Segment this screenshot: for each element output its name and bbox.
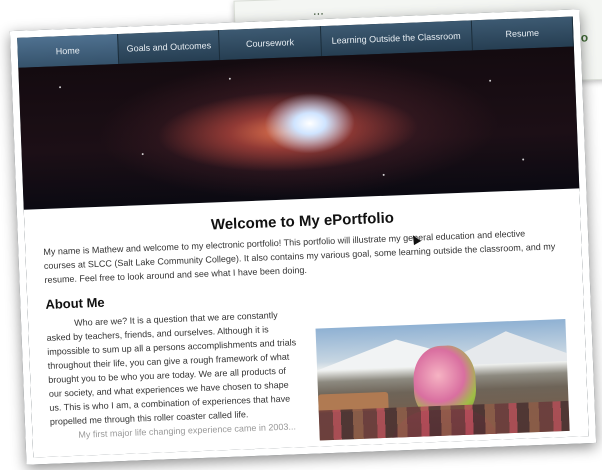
hero-galaxy-banner: [18, 46, 580, 210]
nav-home[interactable]: Home: [17, 33, 120, 68]
profile-photo: [315, 318, 570, 441]
background-page-text: ...: [312, 2, 324, 18]
main-content: Welcome to My ePortfolio My name is Math…: [23, 188, 590, 465]
about-me-paragraph: Who are we? It is a question that we are…: [46, 307, 301, 443]
nav-goals-and-outcomes[interactable]: Goals and Outcomes: [118, 30, 221, 64]
nav-resume[interactable]: Resume: [471, 16, 574, 51]
about-me-heading: About Me: [45, 294, 105, 312]
portfolio-screenshot-card: Home Goals and Outcomes Coursework Learn…: [9, 9, 597, 465]
about-me-text: Who are we? It is a question that we are…: [46, 310, 297, 427]
nav-coursework[interactable]: Coursework: [219, 26, 322, 61]
